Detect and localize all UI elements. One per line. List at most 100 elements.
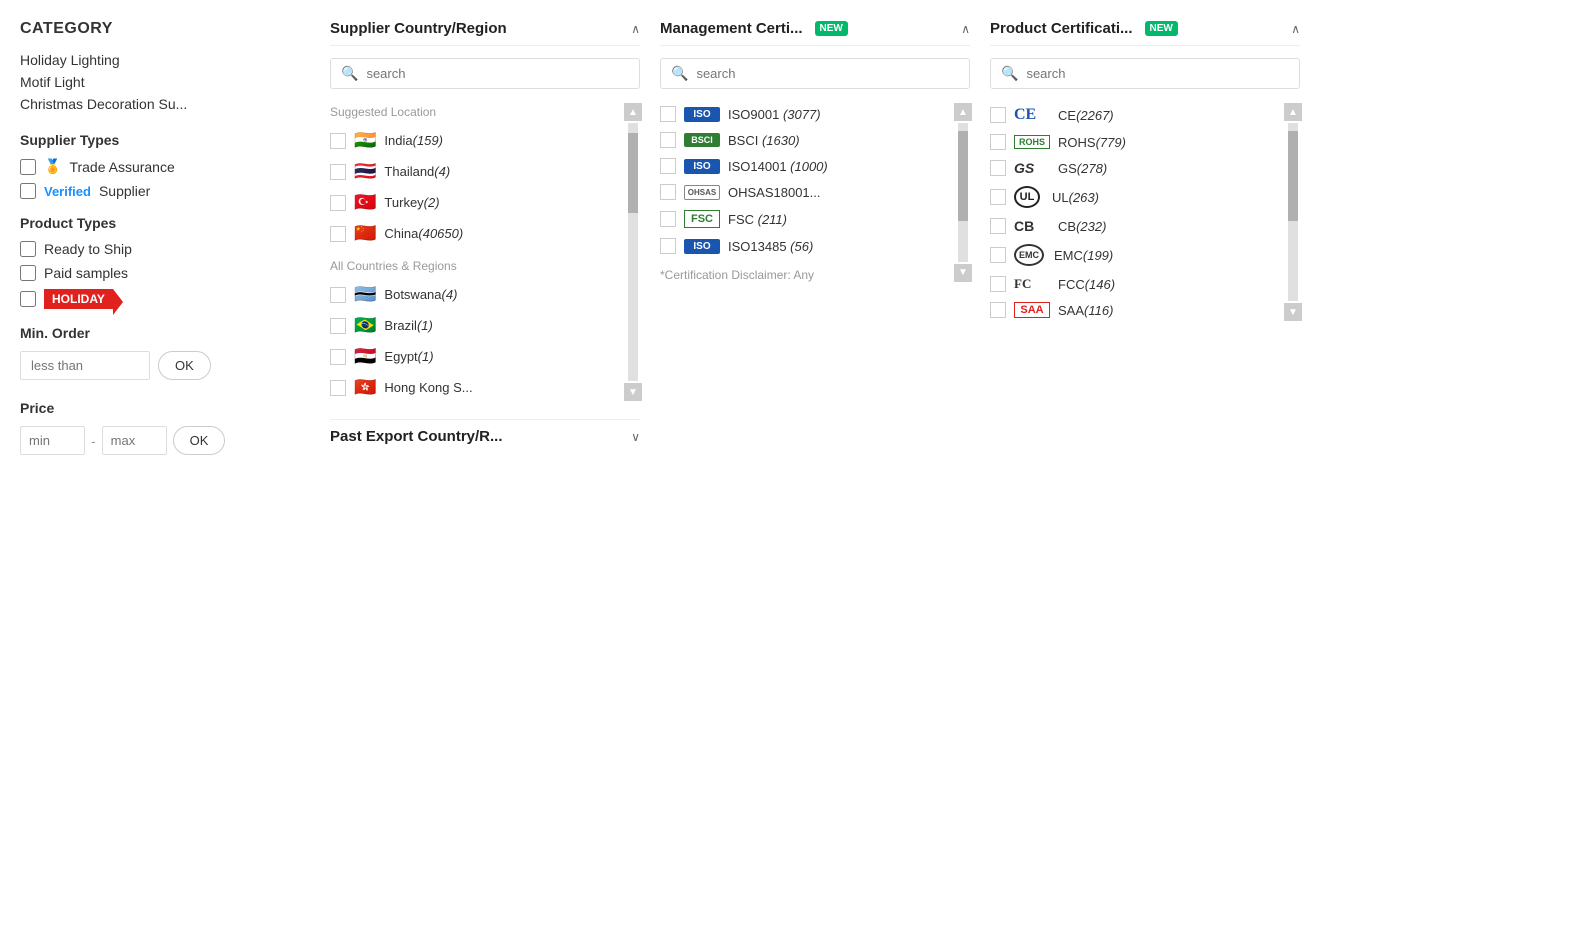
management-cert-list: ISO ISO9001 (3077) BSCI BSCI (1630) ISO … [660,101,948,284]
gs-checkbox[interactable] [990,160,1006,176]
rohs-checkbox[interactable] [990,134,1006,150]
supplier-label: Supplier [99,183,150,199]
country-brazil[interactable]: 🇧🇷 Brazil(1) [330,310,618,341]
product-cert-scroll-down[interactable]: ▼ [1284,303,1302,321]
china-checkbox[interactable] [330,226,346,242]
country-thailand[interactable]: 🇹🇭 Thailand(4) [330,156,618,187]
country-hongkong[interactable]: 🇭🇰 Hong Kong S... [330,372,618,403]
supplier-scroll-down[interactable]: ▼ [624,383,642,401]
min-order-ok-button[interactable]: OK [158,351,211,380]
cert-saa[interactable]: SAA SAA(116) [990,297,1278,323]
country-turkey[interactable]: 🇹🇷 Turkey(2) [330,187,618,218]
hongkong-checkbox[interactable] [330,380,346,396]
cb-checkbox[interactable] [990,218,1006,234]
fcc-checkbox[interactable] [990,276,1006,292]
brazil-checkbox[interactable] [330,318,346,334]
bsci-checkbox[interactable] [660,132,676,148]
price-min-input[interactable] [20,426,85,455]
cert-iso9001[interactable]: ISO ISO9001 (3077) [660,101,948,127]
thailand-checkbox[interactable] [330,164,346,180]
cert-iso13485[interactable]: ISO ISO13485 (56) [660,233,948,259]
min-order-section: Min. Order OK [20,325,300,380]
cert-ohsas18001[interactable]: OHSAS OHSAS18001... [660,179,948,205]
cert-emc[interactable]: EMC EMC(199) [990,239,1278,271]
cert-ce[interactable]: CE CE(2267) [990,101,1278,129]
cert-rohs[interactable]: ROHS ROHS(779) [990,129,1278,155]
iso14001-checkbox[interactable] [660,158,676,174]
cert-fcc[interactable]: FC FCC(146) [990,271,1278,297]
all-countries-label: All Countries & Regions [330,259,618,273]
min-order-input[interactable] [20,351,150,380]
botswana-checkbox[interactable] [330,287,346,303]
verified-text: Verified [44,184,91,199]
past-export-chevron-down[interactable]: ∨ [631,430,640,444]
trade-assurance-row: 🏅 Trade Assurance [20,158,300,175]
cert-bsci[interactable]: BSCI BSCI (1630) [660,127,948,153]
iso9001-checkbox[interactable] [660,106,676,122]
gs-logo: GS [1014,160,1050,176]
cb-logo: CB [1014,218,1050,234]
management-cert-search-icon: 🔍 [671,65,688,82]
cert-cb[interactable]: CB CB(232) [990,213,1278,239]
country-china[interactable]: 🇨🇳 China(40650) [330,218,618,249]
category-item-christmas[interactable]: Christmas Decoration Su... [20,96,300,112]
price-max-input[interactable] [102,426,167,455]
product-cert-search-input[interactable] [1026,66,1289,81]
ready-to-ship-label: Ready to Ship [44,241,132,257]
verified-supplier-checkbox[interactable] [20,183,36,199]
ce-checkbox[interactable] [990,107,1006,123]
supplier-country-search-input[interactable] [366,66,629,81]
management-scroll-up[interactable]: ▲ [954,103,972,121]
ready-to-ship-checkbox[interactable] [20,241,36,257]
price-ok-button[interactable]: OK [173,426,226,455]
supplier-types-section: Supplier Types 🏅 Trade Assurance Verifie… [20,132,300,199]
suggested-location-label: Suggested Location [330,105,618,119]
holiday-badge: HOLIDAY [44,289,113,309]
price-title: Price [20,400,300,416]
saa-checkbox[interactable] [990,302,1006,318]
trade-assurance-checkbox[interactable] [20,159,36,175]
iso14001-logo: ISO [684,159,720,174]
country-botswana[interactable]: 🇧🇼 Botswana(4) [330,279,618,310]
management-scroll-down[interactable]: ▼ [954,264,972,282]
holiday-checkbox[interactable] [20,291,36,307]
iso13485-checkbox[interactable] [660,238,676,254]
ohsas-logo: OHSAS [684,185,720,200]
cert-ul[interactable]: UL UL(263) [990,181,1278,213]
min-order-row: OK [20,351,300,380]
management-cert-chevron-up[interactable]: ∧ [961,22,970,36]
egypt-checkbox[interactable] [330,349,346,365]
rohs-logo: ROHS [1014,135,1050,149]
supplier-country-header: Supplier Country/Region ∧ [330,20,640,46]
iso13485-logo: ISO [684,239,720,254]
india-checkbox[interactable] [330,133,346,149]
ce-logo: CE [1014,106,1050,124]
supplier-country-chevron-up[interactable]: ∧ [631,22,640,36]
ul-checkbox[interactable] [990,189,1006,205]
product-cert-scroll-up[interactable]: ▲ [1284,103,1302,121]
filter-panels: Supplier Country/Region ∧ 🔍 Suggested Lo… [330,20,1567,453]
trade-badge: 🏅 [44,158,61,175]
product-cert-chevron-up[interactable]: ∧ [1291,22,1300,36]
country-egypt[interactable]: 🇪🇬 Egypt(1) [330,341,618,372]
category-item-motif-light[interactable]: Motif Light [20,74,300,90]
country-india[interactable]: 🇮🇳 India(159) [330,125,618,156]
cert-iso14001[interactable]: ISO ISO14001 (1000) [660,153,948,179]
cert-fsc[interactable]: FSC FSC (211) [660,205,948,233]
cert-gs[interactable]: GS GS(278) [990,155,1278,181]
turkey-checkbox[interactable] [330,195,346,211]
paid-samples-checkbox[interactable] [20,265,36,281]
management-cert-panel: Management Certi... NEW ∧ 🔍 ISO ISO9001 … [660,20,970,453]
ohsas18001-checkbox[interactable] [660,184,676,200]
category-item-holiday-lighting[interactable]: Holiday Lighting [20,52,300,68]
management-scroll-track: ▲ ▼ [956,101,970,284]
product-cert-new-badge: NEW [1145,21,1178,36]
management-cert-search-input[interactable] [696,66,959,81]
emc-checkbox[interactable] [990,247,1006,263]
fcc-logo: FC [1014,276,1050,292]
past-export-header[interactable]: Past Export Country/R... ∨ [330,419,640,453]
management-cert-disclaimer: *Certification Disclaimer: Any [660,267,948,284]
supplier-scroll-up[interactable]: ▲ [624,103,642,121]
fsc-checkbox[interactable] [660,211,676,227]
price-row: - OK [20,426,300,455]
